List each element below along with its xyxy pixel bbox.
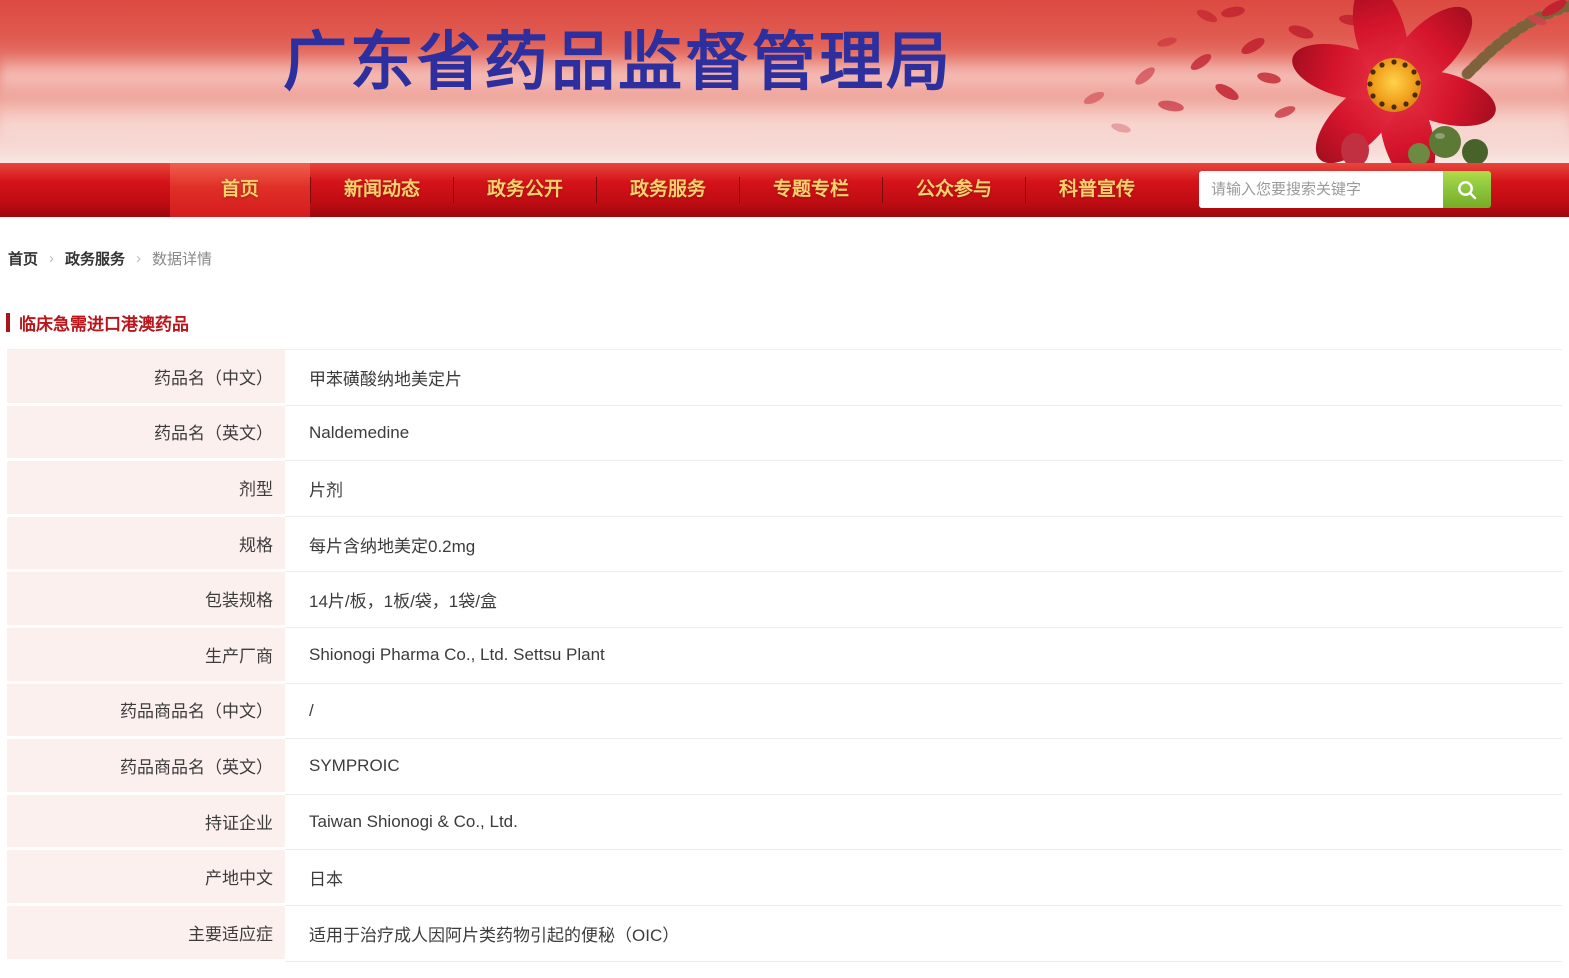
main-nav: 首页 新闻动态 政务公开 政务服务 专题专栏 公众参与 科普宣传 bbox=[0, 163, 1569, 217]
nav-item-public-participation[interactable]: 公众参与 bbox=[883, 163, 1025, 217]
table-row: 包装规格 14片/板，1板/袋，1袋/盒 bbox=[7, 572, 1562, 628]
row-label: 产地中文 bbox=[7, 850, 285, 906]
section-accent-bar bbox=[6, 313, 10, 332]
search-bar bbox=[1199, 171, 1491, 208]
row-value: SYMPROIC bbox=[285, 739, 1562, 795]
row-label: 剂型 bbox=[7, 461, 285, 517]
table-row: 药品商品名（中文） / bbox=[7, 683, 1562, 740]
site-banner: 广东省药品监督管理局 bbox=[0, 0, 1569, 163]
row-label: 持证企业 bbox=[7, 794, 285, 851]
row-label: 药品名（英文） bbox=[7, 405, 285, 462]
table-row: 持证企业 Taiwan Shionogi & Co., Ltd. bbox=[7, 794, 1562, 851]
site-title: 广东省药品监督管理局 bbox=[283, 27, 953, 98]
table-row: 规格 每片含纳地美定0.2mg bbox=[7, 516, 1562, 573]
row-label: 药品商品名（中文） bbox=[7, 683, 285, 740]
nav-item-gov-services[interactable]: 政务服务 bbox=[597, 163, 739, 217]
table-row: 产地中文 日本 bbox=[7, 850, 1562, 906]
table-row: 生产厂商 Shionogi Pharma Co., Ltd. Settsu Pl… bbox=[7, 627, 1562, 684]
row-value: 适用于治疗成人因阿片类药物引起的便秘（OIC） bbox=[285, 906, 1562, 962]
row-value: 甲苯磺酸纳地美定片 bbox=[285, 350, 1562, 406]
breadcrumb-gov-services[interactable]: 政务服务 bbox=[65, 248, 125, 269]
table-row: 药品名（英文） Naldemedine bbox=[7, 405, 1562, 462]
row-value: Naldemedine bbox=[285, 406, 1562, 462]
chevron-right-icon: › bbox=[136, 250, 142, 267]
row-value: 片剂 bbox=[285, 461, 1562, 517]
table-row: 药品名（中文） 甲苯磺酸纳地美定片 bbox=[7, 350, 1562, 406]
table-row: 主要适应症 适用于治疗成人因阿片类药物引起的便秘（OIC） bbox=[7, 905, 1562, 962]
table-row: 药品商品名（英文） SYMPROIC bbox=[7, 739, 1562, 795]
row-value: Taiwan Shionogi & Co., Ltd. bbox=[285, 795, 1562, 851]
breadcrumb: 首页 › 政务服务 › 数据详情 bbox=[8, 248, 1569, 269]
nav-item-news[interactable]: 新闻动态 bbox=[311, 163, 453, 217]
row-value: 每片含纳地美定0.2mg bbox=[285, 517, 1562, 573]
breadcrumb-home[interactable]: 首页 bbox=[8, 248, 38, 269]
search-input[interactable] bbox=[1199, 171, 1443, 208]
row-label: 规格 bbox=[7, 516, 285, 573]
table-row: 剂型 片剂 bbox=[7, 461, 1562, 517]
row-label: 药品名（中文） bbox=[7, 350, 285, 406]
drug-detail-table: 药品名（中文） 甲苯磺酸纳地美定片 药品名（英文） Naldemedine 剂型… bbox=[7, 349, 1562, 962]
row-label: 包装规格 bbox=[7, 572, 285, 628]
nav-item-home[interactable]: 首页 bbox=[170, 163, 310, 217]
row-label: 生产厂商 bbox=[7, 627, 285, 684]
nav-item-science-outreach[interactable]: 科普宣传 bbox=[1026, 163, 1168, 217]
row-value: 日本 bbox=[285, 850, 1562, 906]
search-icon bbox=[1458, 180, 1477, 199]
row-value: 14片/板，1板/袋，1袋/盒 bbox=[285, 572, 1562, 628]
kapok-flower-illustration bbox=[1083, 0, 1569, 163]
breadcrumb-current-page: 数据详情 bbox=[152, 251, 213, 268]
nav-item-gov-disclosure[interactable]: 政务公开 bbox=[454, 163, 596, 217]
section-header: 临床急需进口港澳药品 bbox=[6, 310, 1569, 335]
page: 广东省药品监督管理局 首页 新闻动态 政务公开 政务服务 专题专栏 公众参与 科… bbox=[0, 0, 1569, 962]
nav-item-special-topics[interactable]: 专题专栏 bbox=[740, 163, 882, 217]
section-title: 临床急需进口港澳药品 bbox=[19, 315, 189, 334]
row-label: 药品商品名（英文） bbox=[7, 739, 285, 795]
chevron-right-icon: › bbox=[49, 250, 55, 267]
row-value: / bbox=[285, 684, 1562, 740]
row-value: Shionogi Pharma Co., Ltd. Settsu Plant bbox=[285, 628, 1562, 684]
row-label: 主要适应症 bbox=[7, 905, 285, 962]
search-button[interactable] bbox=[1443, 171, 1491, 208]
